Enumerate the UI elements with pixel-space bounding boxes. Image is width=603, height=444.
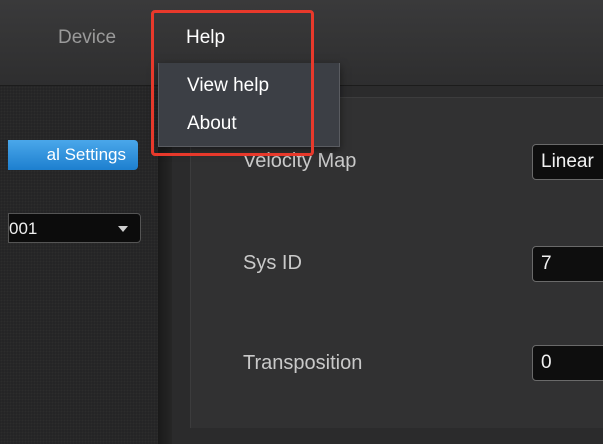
- transposition-field[interactable]: 0: [532, 345, 603, 381]
- device-select-value: 001: [9, 219, 38, 238]
- transposition-label: Transposition: [243, 352, 363, 374]
- menu-item-about[interactable]: About: [187, 113, 237, 135]
- velocity-map-label: Velocity Map: [243, 150, 357, 172]
- chevron-down-icon: [118, 226, 128, 232]
- global-settings-tab[interactable]: al Settings: [8, 140, 138, 170]
- device-select[interactable]: 001: [8, 213, 141, 243]
- sys-id-field[interactable]: 7: [532, 246, 603, 282]
- velocity-map-select[interactable]: Linear: [532, 144, 603, 180]
- global-settings-tab-label: al Settings: [46, 145, 126, 164]
- help-dropdown-menu: View help About: [158, 63, 340, 147]
- sys-id-label: Sys ID: [243, 252, 302, 274]
- menu-help[interactable]: Help: [186, 27, 225, 49]
- menu-item-view-help[interactable]: View help: [187, 75, 269, 97]
- menu-device[interactable]: Device: [58, 27, 116, 49]
